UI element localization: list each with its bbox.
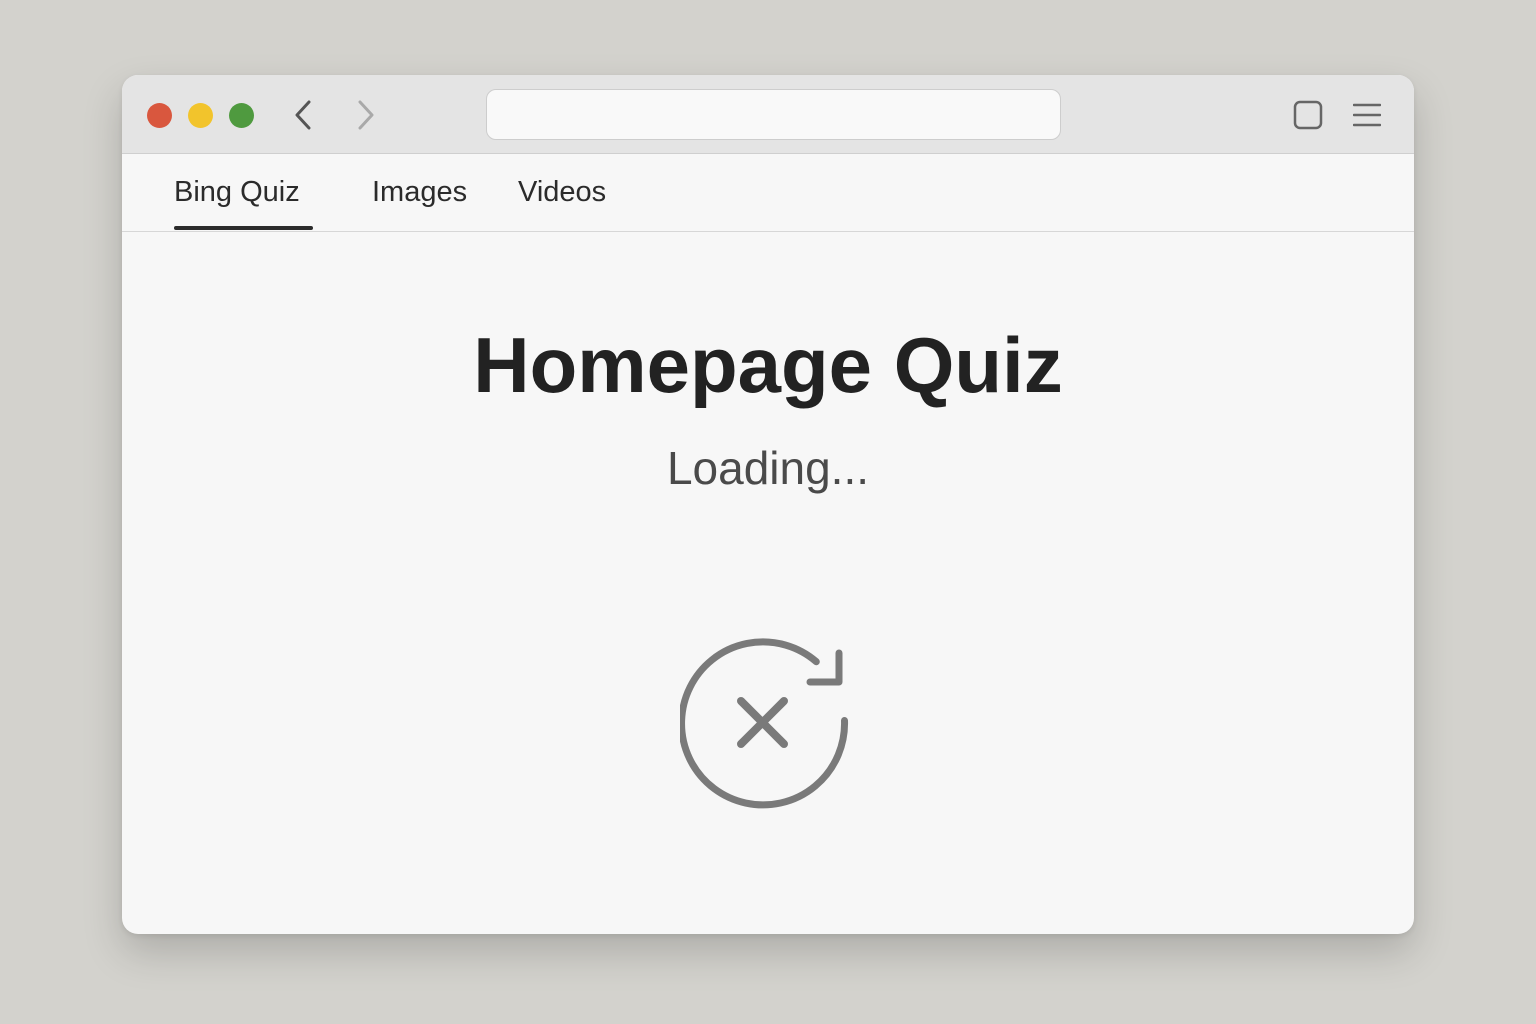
loading-status: Loading... [666,442,870,494]
tabs-square-icon [1293,100,1323,130]
page-title: Homepage Quiz [473,321,1063,409]
tab-bing-quiz[interactable]: Bing Quiz [174,154,300,231]
tab-videos[interactable]: Videos [518,154,606,231]
browser-toolbar [122,75,1414,154]
menu-button[interactable] [1349,97,1385,133]
main-content: Homepage Quiz Loading... [122,232,1414,934]
close-window-button[interactable] [147,103,172,128]
tab-images[interactable]: Images [372,154,467,231]
back-button[interactable] [286,97,322,133]
forward-button[interactable] [347,97,383,133]
active-tab-indicator [174,226,313,230]
browser-window: Bing Quiz Images Videos Homepage Quiz Lo… [122,75,1414,934]
tabs-overview-button[interactable] [1290,97,1326,133]
error-retry-icon[interactable] [680,637,855,812]
chevron-right-icon [358,100,374,130]
maximize-window-button[interactable] [229,103,254,128]
address-bar-input[interactable] [486,89,1061,140]
minimize-window-button[interactable] [188,103,213,128]
chevron-left-icon [295,100,311,130]
hamburger-menu-icon [1353,103,1381,127]
tab-bar: Bing Quiz Images Videos [122,154,1414,232]
